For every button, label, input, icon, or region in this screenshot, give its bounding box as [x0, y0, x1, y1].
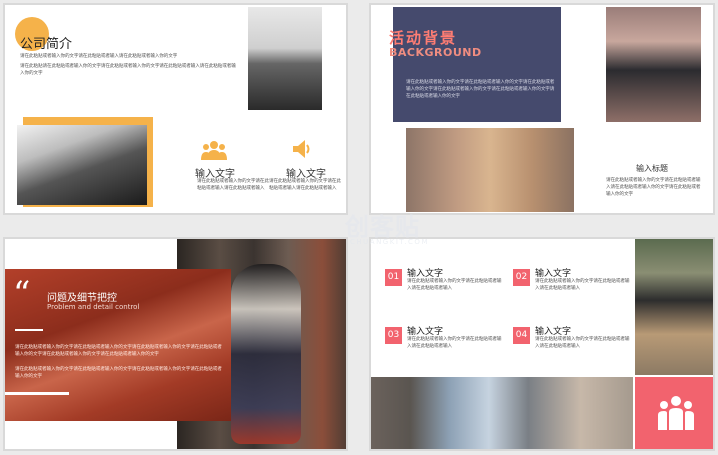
slide-background[interactable]: 活动背景 BACKGROUND 请在此粘贴或者输入你的文字请在此粘贴或者输入你的…	[369, 3, 715, 215]
slide-title: 问题及细节把控	[47, 293, 117, 304]
item-desc-1: 请在此粘贴或者输入你的文字请在此粘贴或者输入请在此粘贴或者输入	[407, 279, 502, 291]
caption-desc: 请在此粘贴或者输入你的文字请在此粘贴或者输入请在此粘贴或者输入你的文字请在此粘贴…	[606, 178, 701, 197]
slide-numbered-items[interactable]: 01 02 03 04 输入文字 输入文字 输入文字 输入文字 请在此粘贴或者输…	[369, 237, 715, 451]
woman-photo	[606, 7, 701, 122]
item-desc-4: 请在此粘贴或者输入你的文字请在此粘贴或者输入请在此粘贴或者输入	[535, 337, 630, 349]
mountain-photo-top	[248, 7, 322, 110]
item-desc-3: 请在此粘贴或者输入你的文字请在此粘贴或者输入请在此粘贴或者输入	[407, 337, 502, 349]
item-desc-2: 请在此粘贴或者输入你的文字请在此粘贴或者输入请在此粘贴或者输入	[269, 179, 341, 191]
people-icon	[201, 141, 227, 160]
slide-title: 公司简介	[20, 37, 73, 52]
slide-title-en: Problem and detail control	[47, 303, 140, 311]
slide-company-intro[interactable]: 公司简介 请在此粘贴或者输入你的文字请在此粘贴或者输入请在此粘贴或者输入你的文字…	[3, 3, 348, 215]
body-text: 请在此粘贴或者输入你的文字请在此粘贴或者输入你的文字请在此粘贴或者输入你的文字请…	[406, 80, 555, 99]
divider	[15, 329, 43, 331]
navy-panel	[393, 7, 561, 122]
caption-label: 输入标题	[636, 164, 668, 173]
slide-problem-control[interactable]: “ 问题及细节把控 Problem and detail control 请在此…	[3, 237, 348, 451]
group-icon	[658, 396, 694, 430]
mountain-photo-bw	[17, 125, 147, 205]
intro-paragraph-1: 请在此粘贴或者输入你的文字请在此粘贴或者输入请在此粘贴或者输入你的文字	[20, 54, 178, 59]
slide-title: 活动背景	[389, 29, 458, 47]
item-desc-2: 请在此粘贴或者输入你的文字请在此粘贴或者输入请在此粘贴或者输入	[535, 279, 630, 291]
number-badge-1: 01	[385, 269, 402, 286]
slide-title-en: BACKGROUND	[389, 46, 482, 59]
girl-photo	[406, 128, 574, 212]
street-strip-photo	[371, 377, 633, 449]
watermark-url: CHUANGKIT.COM	[350, 238, 429, 246]
divider-bottom	[5, 392, 69, 395]
quote-icon: “	[13, 274, 31, 314]
watermark-logo: 创客贴	[345, 213, 420, 241]
number-badge-2: 02	[513, 269, 530, 286]
number-badge-4: 04	[513, 327, 530, 344]
intro-paragraph-2: 请在此粘贴请在此粘贴或者输入你的文字请在此粘贴或者输入你的文字请在此粘贴或者输入…	[20, 64, 236, 76]
speaker-icon	[293, 140, 310, 158]
paragraph-2: 请在此粘贴或者输入你的文字请在此粘贴或者输入你的文字请在此粘贴或者输入你的文字请…	[15, 367, 222, 379]
number-badge-3: 03	[385, 327, 402, 344]
paragraph-1: 请在此粘贴或者输入你的文字请在此粘贴或者输入你的文字请在此粘贴或者输入你的文字请…	[15, 345, 222, 357]
hat-woman-photo	[635, 239, 713, 375]
model-figure	[231, 264, 301, 444]
item-desc-1: 请在此粘贴或者输入你的文字请在此粘贴或者输入请在此粘贴或者输入	[197, 179, 269, 191]
